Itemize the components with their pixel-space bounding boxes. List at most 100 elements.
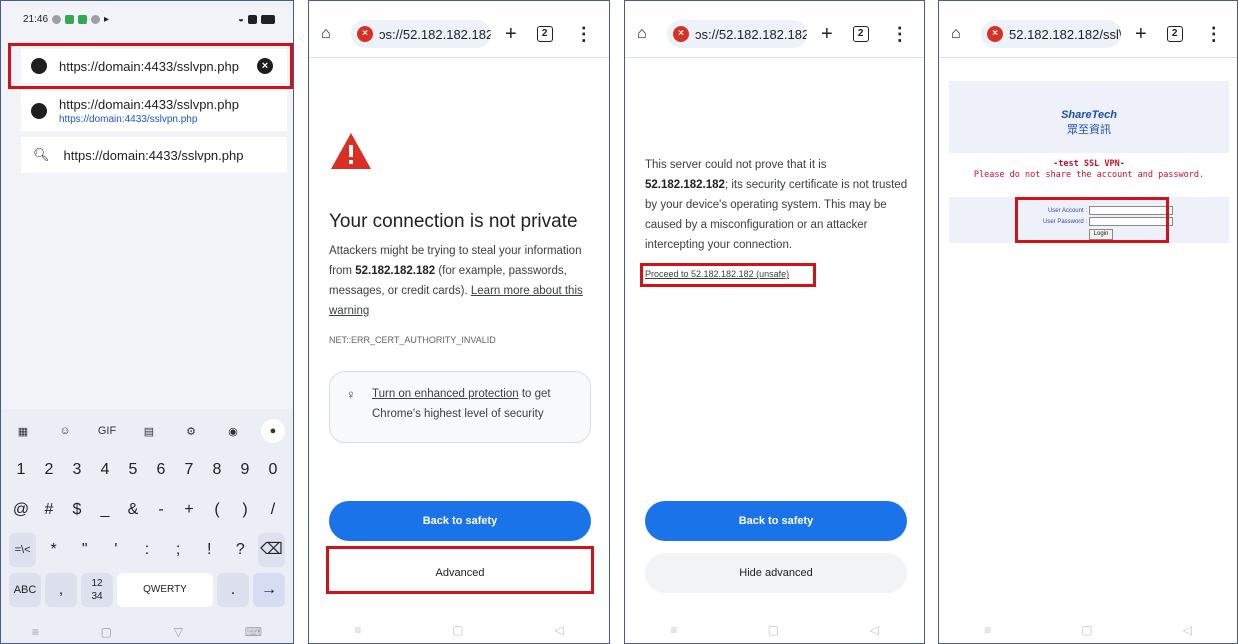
menu-icon[interactable]: ≡ xyxy=(32,625,39,639)
key[interactable]: $ xyxy=(65,493,89,527)
key[interactable]: 4 xyxy=(93,453,117,487)
key[interactable]: : xyxy=(133,533,160,567)
sticker-icon[interactable]: ☺ xyxy=(51,425,79,437)
new-tab-icon[interactable]: + xyxy=(1135,23,1147,46)
key[interactable]: 0 xyxy=(261,453,285,487)
comma-key[interactable]: , xyxy=(45,573,77,607)
home-icon[interactable]: ⌂ xyxy=(321,25,337,43)
key[interactable]: 5 xyxy=(121,453,145,487)
suggestion-item[interactable]: 🔍︎ https://domain:4433/sslvpn.php xyxy=(21,137,287,173)
menu-icon[interactable]: ≡ xyxy=(354,623,361,637)
key[interactable]: ; xyxy=(165,533,192,567)
palette-icon[interactable]: ◉ xyxy=(219,425,247,438)
period-key[interactable]: . xyxy=(217,573,249,607)
key[interactable]: ) xyxy=(233,493,257,527)
tab-switcher-button[interactable]: 2 xyxy=(1166,26,1183,42)
new-tab-icon[interactable]: + xyxy=(821,23,833,46)
home-icon[interactable]: ▢ xyxy=(101,625,112,639)
back-to-safety-button[interactable]: Back to safety xyxy=(329,501,591,541)
phone-advanced-warning: ⌂ × ɔs://52.182.182.182 + 2 ⋮ This serve… xyxy=(624,0,925,644)
status-time: 21:46 xyxy=(23,13,49,25)
home-icon[interactable]: ▢ xyxy=(452,623,463,637)
logo-chinese-text: 眾至資訊 xyxy=(1067,124,1111,136)
key[interactable]: 3 xyxy=(65,453,89,487)
highlight-box xyxy=(326,546,594,594)
gif-button[interactable]: GIF xyxy=(93,425,121,437)
symbol-toggle-key[interactable]: =\< xyxy=(9,533,37,567)
phone-omnibox-suggestions: 21:46 ▸ ◒ https://domain:4433/sslvpn.php… xyxy=(0,0,294,644)
back-icon[interactable]: ◁ xyxy=(554,623,563,637)
address-bar[interactable]: × ɔs://52.182.182.182 xyxy=(667,20,807,48)
numpad-key[interactable]: 12 34 xyxy=(81,573,113,607)
soft-keyboard: ▦ ☺ GIF ▤ ⚙ ◉ ● 1 2 3 4 5 6 7 8 9 0 @ # … xyxy=(1,409,293,643)
navigation-bar: ≡ ▢ ◁ xyxy=(625,617,924,643)
error-code: NET::ERR_CERT_AUTHORITY_INVALID xyxy=(329,335,496,345)
home-icon[interactable]: ⌂ xyxy=(951,25,967,43)
not-secure-icon[interactable]: × xyxy=(987,26,1003,42)
microphone-icon[interactable]: ● xyxy=(261,419,285,443)
menu-icon[interactable]: ≡ xyxy=(984,623,991,637)
key[interactable]: + xyxy=(177,493,201,527)
home-icon[interactable]: ⌂ xyxy=(637,25,653,43)
highlight-box xyxy=(1015,197,1169,243)
home-icon[interactable]: ▢ xyxy=(768,623,779,637)
abc-key[interactable]: ABC xyxy=(9,573,41,607)
suggestion-item[interactable]: https://domain:4433/sslvpn.php https://d… xyxy=(21,91,287,131)
suggestion-title: https://domain:4433/sslvpn.php xyxy=(59,97,239,112)
status-bar: 21:46 ▸ ◒ xyxy=(23,11,275,27)
tab-switcher-button[interactable]: 2 xyxy=(536,26,553,42)
key[interactable]: " xyxy=(71,533,98,567)
globe-icon xyxy=(31,103,47,119)
key[interactable]: 2 xyxy=(37,453,61,487)
key[interactable]: 9 xyxy=(233,453,257,487)
host-text: 52.182.182.182 xyxy=(645,179,725,191)
key[interactable]: ( xyxy=(205,493,229,527)
menu-icon[interactable]: ≡ xyxy=(670,623,677,637)
back-icon[interactable]: ◁ xyxy=(1183,623,1192,637)
not-secure-icon[interactable]: × xyxy=(357,26,373,42)
space-key[interactable]: QWERTY xyxy=(117,573,213,607)
address-bar[interactable]: × 52.182.182.182/ssl\ xyxy=(981,20,1121,48)
suggestion-url: https://domain:4433/sslvpn.php xyxy=(59,114,198,125)
address-bar[interactable]: × ɔs://52.182.182.182 xyxy=(351,20,491,48)
key[interactable]: ! xyxy=(196,533,223,567)
apps-grid-icon[interactable]: ▦ xyxy=(9,425,37,438)
back-icon[interactable]: ▽ xyxy=(174,625,183,639)
key[interactable]: @ xyxy=(9,493,33,527)
key[interactable]: & xyxy=(121,493,145,527)
key[interactable]: # xyxy=(37,493,61,527)
key[interactable]: 1 xyxy=(9,453,33,487)
key[interactable]: 6 xyxy=(149,453,173,487)
keyboard-icon[interactable]: ⌨ xyxy=(245,625,262,639)
more-menu-icon[interactable]: ⋮ xyxy=(891,24,909,45)
more-menu-icon[interactable]: ⋮ xyxy=(1205,24,1223,45)
not-secure-icon[interactable]: × xyxy=(673,26,689,42)
new-tab-icon[interactable]: + xyxy=(505,23,517,46)
home-icon[interactable]: ▢ xyxy=(1081,623,1092,637)
key[interactable]: * xyxy=(40,533,67,567)
key[interactable]: ' xyxy=(102,533,129,567)
key[interactable]: 7 xyxy=(177,453,201,487)
backspace-key[interactable]: ⌫ xyxy=(257,533,285,567)
key[interactable]: 8 xyxy=(205,453,229,487)
key[interactable]: / xyxy=(261,493,285,527)
enhanced-protection-link[interactable]: Turn on enhanced protection xyxy=(372,388,519,400)
hide-advanced-button[interactable]: Hide advanced xyxy=(645,553,907,593)
logo-brand-text: ShareTech xyxy=(1061,109,1117,121)
key[interactable]: ? xyxy=(227,533,254,567)
vpn-title: -test SSL VPN- xyxy=(1053,159,1125,169)
vpn-notice: Please do not share the account and pass… xyxy=(973,170,1205,180)
lightbulb-icon: ♀ xyxy=(346,387,356,402)
back-to-safety-button[interactable]: Back to safety xyxy=(645,501,907,541)
settings-gear-icon[interactable]: ⚙ xyxy=(177,425,205,438)
highlight-box xyxy=(8,43,293,89)
key[interactable]: _ xyxy=(93,493,117,527)
tab-switcher-button[interactable]: 2 xyxy=(852,26,869,42)
enter-key[interactable]: → xyxy=(253,573,285,607)
warning-triangle-icon xyxy=(331,133,371,169)
key[interactable]: - xyxy=(149,493,173,527)
screenshot-strip: 21:46 ▸ ◒ https://domain:4433/sslvpn.php… xyxy=(0,0,1238,644)
more-menu-icon[interactable]: ⋮ xyxy=(575,24,593,45)
clipboard-icon[interactable]: ▤ xyxy=(135,425,163,438)
back-icon[interactable]: ◁ xyxy=(870,623,879,637)
